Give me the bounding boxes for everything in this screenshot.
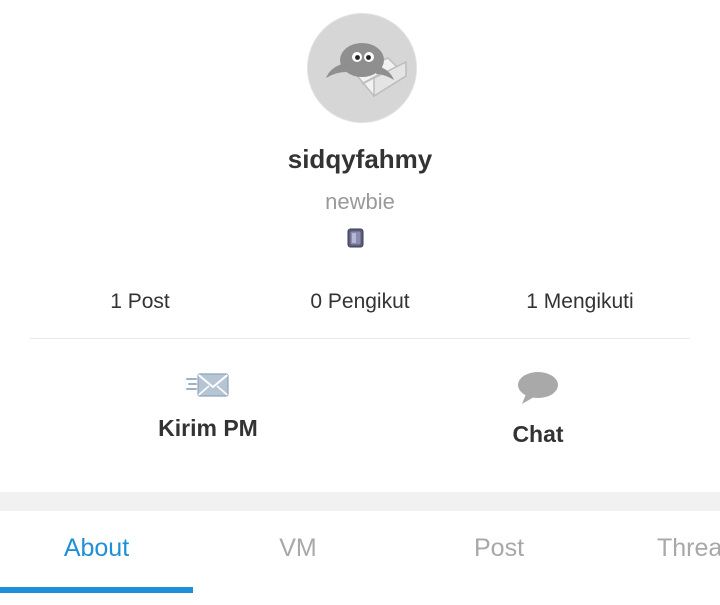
avatar-placeholder-icon bbox=[308, 14, 416, 122]
username: sidqyfahmy bbox=[287, 144, 433, 174]
tab-post-label: Post bbox=[473, 534, 525, 562]
stat-following-label: 1 Mengikuti bbox=[526, 290, 634, 313]
tab-threads-label: Threa bbox=[657, 534, 720, 562]
rank-label: newbie bbox=[325, 189, 395, 214]
rank-badge-icon bbox=[347, 228, 364, 248]
tab-about-label: About bbox=[63, 534, 130, 562]
chat-button[interactable]: Chat bbox=[448, 370, 628, 448]
active-tab-indicator bbox=[0, 587, 193, 593]
divider bbox=[30, 338, 690, 339]
stat-posts[interactable]: 1 Post bbox=[70, 285, 210, 319]
stat-posts-label: 1 Post bbox=[110, 290, 170, 313]
send-message-icon bbox=[186, 373, 229, 397]
tab-post[interactable]: Post bbox=[400, 511, 598, 593]
stat-followers-label: 0 Pengikut bbox=[310, 290, 410, 313]
chat-label: Chat bbox=[512, 421, 564, 447]
profile-tabs: About VM Post Threa bbox=[0, 511, 720, 605]
tab-threads[interactable]: Threa bbox=[657, 511, 720, 593]
section-separator bbox=[0, 492, 720, 511]
tab-vm[interactable]: VM bbox=[200, 511, 396, 593]
stat-followers[interactable]: 0 Pengikut bbox=[285, 285, 435, 319]
chat-bubble-icon bbox=[518, 372, 558, 404]
profile-stats: 1 Post 0 Pengikut 1 Mengikuti bbox=[30, 285, 690, 319]
profile-page: sidqyfahmy newbie 1 Post 0 Pengikut 1 Me… bbox=[0, 0, 720, 605]
send-pm-button[interactable]: Kirim PM bbox=[118, 370, 298, 442]
tab-about[interactable]: About bbox=[0, 511, 193, 593]
avatar[interactable] bbox=[307, 13, 417, 123]
stat-following[interactable]: 1 Mengikuti bbox=[500, 285, 660, 319]
tab-vm-label: VM bbox=[279, 534, 317, 562]
profile-header: sidqyfahmy newbie 1 Post 0 Pengikut 1 Me… bbox=[0, 0, 720, 492]
send-pm-label: Kirim PM bbox=[158, 415, 258, 441]
